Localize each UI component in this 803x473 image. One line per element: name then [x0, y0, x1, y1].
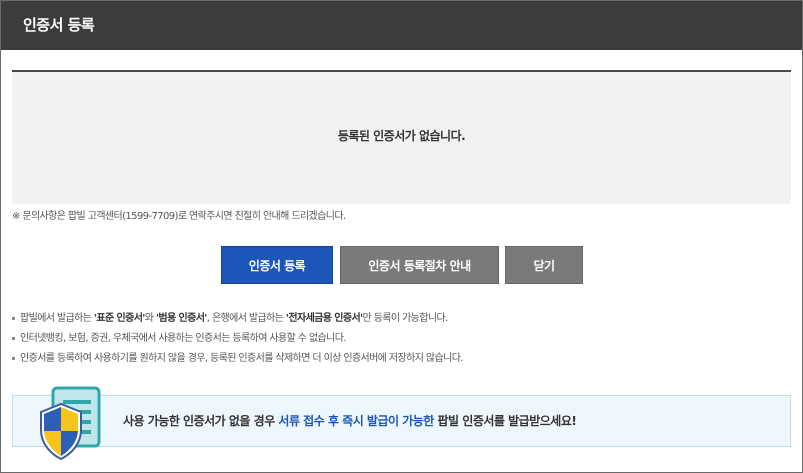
notice-item: 인증서를 등록하여 사용하기를 원하지 않을 경우, 등록된 인증서를 삭제하면…: [12, 351, 463, 371]
title-bar: 인증서 등록: [1, 1, 802, 50]
certificate-list: 등록된 인증서가 없습니다.: [12, 70, 791, 204]
banner-highlight: 서류 접수 후 즉시 발급이 가능한: [278, 414, 434, 428]
inquiry-note: ※ 문의사항은 팝빌 고객센터(1599-7709)로 연락주시면 친절히 안내…: [12, 211, 346, 222]
notice-text: 팝빌에서 발급하는 '표준 인증서'와 '범용 인증서', 은행에서 발급하는 …: [20, 313, 448, 324]
cert-register-window: 인증서 등록 등록된 인증서가 없습니다. ※ 문의사항은 팝빌 고객센터(15…: [0, 0, 803, 473]
notice-item: 인터넷뱅킹, 보험, 증권, 우체국에서 사용하는 인증서는 등록하여 사용할 …: [12, 331, 463, 351]
empty-list-message: 등록된 인증서가 없습니다.: [337, 129, 466, 143]
registration-guide-button[interactable]: 인증서 등록절차 안내: [340, 246, 499, 284]
notice-item: 팝빌에서 발급하는 '표준 인증서'와 '범용 인증서', 은행에서 발급하는 …: [12, 311, 463, 331]
bullet-icon: [12, 317, 15, 320]
shield-document-icon: [40, 386, 101, 461]
notice-list: 팝빌에서 발급하는 '표준 인증서'와 '범용 인증서', 은행에서 발급하는 …: [12, 311, 463, 371]
register-certificate-button[interactable]: 인증서 등록: [221, 246, 333, 284]
bullet-icon: [12, 337, 15, 340]
window-title: 인증서 등록: [23, 16, 95, 34]
close-button[interactable]: 닫기: [505, 246, 583, 284]
banner-text: 사용 가능한 인증서가 없을 경우 서류 접수 후 즉시 발급이 가능한 팝빌 …: [123, 414, 577, 428]
notice-text: 인터넷뱅킹, 보험, 증권, 우체국에서 사용하는 인증서는 등록하여 사용할 …: [20, 333, 347, 344]
notice-text: 인증서를 등록하여 사용하기를 원하지 않을 경우, 등록된 인증서를 삭제하면…: [20, 353, 463, 364]
bullet-icon: [12, 357, 15, 360]
issue-certificate-banner[interactable]: 사용 가능한 인증서가 없을 경우 서류 접수 후 즉시 발급이 가능한 팝빌 …: [12, 395, 791, 447]
